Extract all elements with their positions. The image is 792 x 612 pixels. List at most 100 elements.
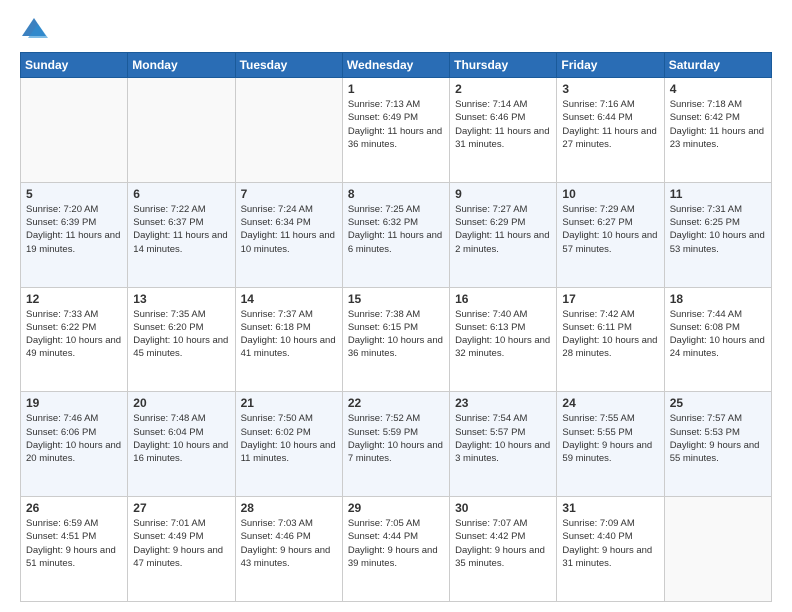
week-row: 12 Sunrise: 7:33 AM Sunset: 6:22 PM Dayli… <box>21 287 772 392</box>
day-header-sunday: Sunday <box>21 53 128 78</box>
day-info: Sunrise: 7:18 AM Sunset: 6:42 PM Dayligh… <box>670 98 766 151</box>
calendar-cell <box>664 497 771 602</box>
calendar-cell: 13 Sunrise: 7:35 AM Sunset: 6:20 PM Dayli… <box>128 287 235 392</box>
calendar-header: SundayMondayTuesdayWednesdayThursdayFrid… <box>21 53 772 78</box>
logo <box>20 16 52 44</box>
day-info: Sunrise: 7:42 AM Sunset: 6:11 PM Dayligh… <box>562 308 658 361</box>
day-number: 8 <box>348 187 444 201</box>
calendar-cell: 27 Sunrise: 7:01 AM Sunset: 4:49 PM Dayli… <box>128 497 235 602</box>
calendar-cell: 24 Sunrise: 7:55 AM Sunset: 5:55 PM Dayli… <box>557 392 664 497</box>
day-info: Sunrise: 7:05 AM Sunset: 4:44 PM Dayligh… <box>348 517 444 570</box>
calendar-cell: 23 Sunrise: 7:54 AM Sunset: 5:57 PM Dayli… <box>450 392 557 497</box>
day-number: 17 <box>562 292 658 306</box>
calendar-cell: 8 Sunrise: 7:25 AM Sunset: 6:32 PM Daylig… <box>342 182 449 287</box>
calendar-body: 1 Sunrise: 7:13 AM Sunset: 6:49 PM Daylig… <box>21 78 772 602</box>
day-number: 9 <box>455 187 551 201</box>
calendar-cell: 20 Sunrise: 7:48 AM Sunset: 6:04 PM Dayli… <box>128 392 235 497</box>
day-info: Sunrise: 7:01 AM Sunset: 4:49 PM Dayligh… <box>133 517 229 570</box>
header <box>20 16 772 44</box>
day-header-tuesday: Tuesday <box>235 53 342 78</box>
calendar-cell: 2Sunrise: 7:14 AM Sunset: 6:46 PM Daylig… <box>450 78 557 183</box>
day-number: 7 <box>241 187 337 201</box>
day-info: Sunrise: 7:54 AM Sunset: 5:57 PM Dayligh… <box>455 412 551 465</box>
calendar-cell: 11Sunrise: 7:31 AM Sunset: 6:25 PM Dayli… <box>664 182 771 287</box>
day-info: Sunrise: 7:27 AM Sunset: 6:29 PM Dayligh… <box>455 203 551 256</box>
calendar-cell: 30 Sunrise: 7:07 AM Sunset: 4:42 PM Dayli… <box>450 497 557 602</box>
header-row: SundayMondayTuesdayWednesdayThursdayFrid… <box>21 53 772 78</box>
day-number: 2 <box>455 82 551 96</box>
day-number: 6 <box>133 187 229 201</box>
calendar-cell: 15Sunrise: 7:38 AM Sunset: 6:15 PM Dayli… <box>342 287 449 392</box>
day-info: Sunrise: 7:03 AM Sunset: 4:46 PM Dayligh… <box>241 517 337 570</box>
day-info: Sunrise: 7:13 AM Sunset: 6:49 PM Dayligh… <box>348 98 444 151</box>
day-info: Sunrise: 7:20 AM Sunset: 6:39 PM Dayligh… <box>26 203 122 256</box>
day-info: Sunrise: 7:22 AM Sunset: 6:37 PM Dayligh… <box>133 203 229 256</box>
day-info: Sunrise: 7:09 AM Sunset: 4:40 PM Dayligh… <box>562 517 658 570</box>
day-info: Sunrise: 7:55 AM Sunset: 5:55 PM Dayligh… <box>562 412 658 465</box>
day-number: 14 <box>241 292 337 306</box>
day-info: Sunrise: 7:25 AM Sunset: 6:32 PM Dayligh… <box>348 203 444 256</box>
day-info: Sunrise: 7:07 AM Sunset: 4:42 PM Dayligh… <box>455 517 551 570</box>
day-info: Sunrise: 7:33 AM Sunset: 6:22 PM Dayligh… <box>26 308 122 361</box>
day-number: 24 <box>562 396 658 410</box>
calendar-cell: 25 Sunrise: 7:57 AM Sunset: 5:53 PM Dayli… <box>664 392 771 497</box>
day-number: 28 <box>241 501 337 515</box>
calendar-cell: 28 Sunrise: 7:03 AM Sunset: 4:46 PM Dayli… <box>235 497 342 602</box>
day-header-wednesday: Wednesday <box>342 53 449 78</box>
calendar-cell: 3 Sunrise: 7:16 AM Sunset: 6:44 PM Daylig… <box>557 78 664 183</box>
logo-icon <box>20 16 48 44</box>
day-info: Sunrise: 7:48 AM Sunset: 6:04 PM Dayligh… <box>133 412 229 465</box>
week-row: 5 Sunrise: 7:20 AM Sunset: 6:39 PM Daylig… <box>21 182 772 287</box>
day-info: Sunrise: 7:35 AM Sunset: 6:20 PM Dayligh… <box>133 308 229 361</box>
day-number: 1 <box>348 82 444 96</box>
calendar-cell: 7 Sunrise: 7:24 AM Sunset: 6:34 PM Daylig… <box>235 182 342 287</box>
calendar-cell <box>21 78 128 183</box>
day-number: 18 <box>670 292 766 306</box>
day-number: 19 <box>26 396 122 410</box>
calendar-cell: 22Sunrise: 7:52 AM Sunset: 5:59 PM Dayli… <box>342 392 449 497</box>
day-number: 10 <box>562 187 658 201</box>
day-number: 15 <box>348 292 444 306</box>
day-number: 5 <box>26 187 122 201</box>
day-number: 3 <box>562 82 658 96</box>
day-number: 29 <box>348 501 444 515</box>
day-header-saturday: Saturday <box>664 53 771 78</box>
calendar-cell: 5 Sunrise: 7:20 AM Sunset: 6:39 PM Daylig… <box>21 182 128 287</box>
day-info: Sunrise: 7:24 AM Sunset: 6:34 PM Dayligh… <box>241 203 337 256</box>
day-number: 21 <box>241 396 337 410</box>
day-header-monday: Monday <box>128 53 235 78</box>
page: SundayMondayTuesdayWednesdayThursdayFrid… <box>0 0 792 612</box>
calendar-cell: 16Sunrise: 7:40 AM Sunset: 6:13 PM Dayli… <box>450 287 557 392</box>
calendar-cell: 6 Sunrise: 7:22 AM Sunset: 6:37 PM Daylig… <box>128 182 235 287</box>
week-row: 19 Sunrise: 7:46 AM Sunset: 6:06 PM Dayli… <box>21 392 772 497</box>
day-number: 25 <box>670 396 766 410</box>
calendar-cell: 1 Sunrise: 7:13 AM Sunset: 6:49 PM Daylig… <box>342 78 449 183</box>
day-header-friday: Friday <box>557 53 664 78</box>
day-info: Sunrise: 7:37 AM Sunset: 6:18 PM Dayligh… <box>241 308 337 361</box>
day-info: Sunrise: 7:16 AM Sunset: 6:44 PM Dayligh… <box>562 98 658 151</box>
calendar-cell <box>235 78 342 183</box>
day-number: 12 <box>26 292 122 306</box>
day-number: 27 <box>133 501 229 515</box>
week-row: 26Sunrise: 6:59 AM Sunset: 4:51 PM Dayli… <box>21 497 772 602</box>
day-number: 31 <box>562 501 658 515</box>
day-number: 13 <box>133 292 229 306</box>
day-info: Sunrise: 7:57 AM Sunset: 5:53 PM Dayligh… <box>670 412 766 465</box>
day-number: 23 <box>455 396 551 410</box>
day-info: Sunrise: 7:31 AM Sunset: 6:25 PM Dayligh… <box>670 203 766 256</box>
day-number: 20 <box>133 396 229 410</box>
day-number: 4 <box>670 82 766 96</box>
calendar-cell: 26Sunrise: 6:59 AM Sunset: 4:51 PM Dayli… <box>21 497 128 602</box>
calendar-cell: 17 Sunrise: 7:42 AM Sunset: 6:11 PM Dayli… <box>557 287 664 392</box>
day-info: Sunrise: 7:40 AM Sunset: 6:13 PM Dayligh… <box>455 308 551 361</box>
calendar: SundayMondayTuesdayWednesdayThursdayFrid… <box>20 52 772 602</box>
day-number: 26 <box>26 501 122 515</box>
calendar-cell: 9 Sunrise: 7:27 AM Sunset: 6:29 PM Daylig… <box>450 182 557 287</box>
day-info: Sunrise: 7:46 AM Sunset: 6:06 PM Dayligh… <box>26 412 122 465</box>
day-number: 30 <box>455 501 551 515</box>
day-info: Sunrise: 7:44 AM Sunset: 6:08 PM Dayligh… <box>670 308 766 361</box>
calendar-cell: 29 Sunrise: 7:05 AM Sunset: 4:44 PM Dayli… <box>342 497 449 602</box>
week-row: 1 Sunrise: 7:13 AM Sunset: 6:49 PM Daylig… <box>21 78 772 183</box>
calendar-cell: 4 Sunrise: 7:18 AM Sunset: 6:42 PM Daylig… <box>664 78 771 183</box>
calendar-cell: 19 Sunrise: 7:46 AM Sunset: 6:06 PM Dayli… <box>21 392 128 497</box>
